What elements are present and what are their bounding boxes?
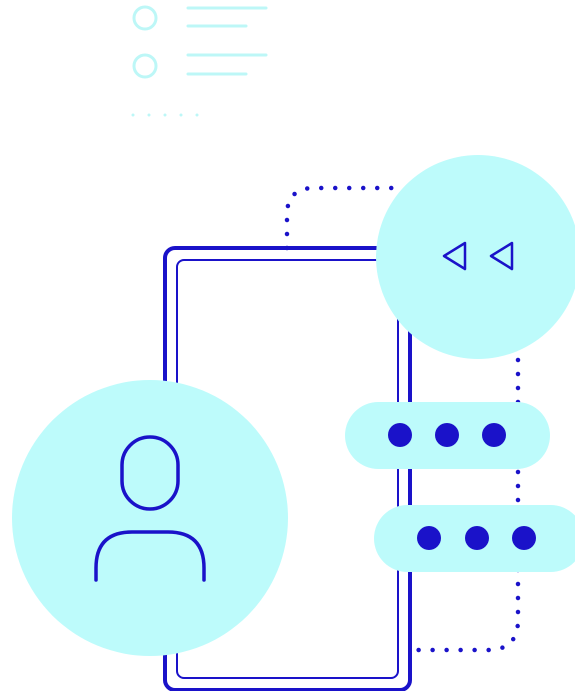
typing-dot	[435, 423, 459, 447]
checklist-bullet	[132, 5, 158, 31]
user-avatar-icon	[12, 380, 288, 656]
typing-dot	[482, 423, 506, 447]
chat-illustration	[0, 0, 575, 691]
checklist-bullet	[132, 53, 158, 79]
illustration-canvas	[12, 5, 575, 691]
typing-dot	[388, 423, 412, 447]
typing-dot	[512, 526, 536, 550]
rewind-bubble	[376, 155, 575, 359]
checklist-icon	[131, 5, 268, 117]
typing-bubble-icon	[374, 505, 575, 572]
typing-bubble-icon	[345, 402, 550, 469]
typing-dot	[465, 526, 489, 550]
typing-dot	[417, 526, 441, 550]
rewind-bubble-background	[376, 155, 575, 359]
avatar-background	[12, 380, 288, 656]
